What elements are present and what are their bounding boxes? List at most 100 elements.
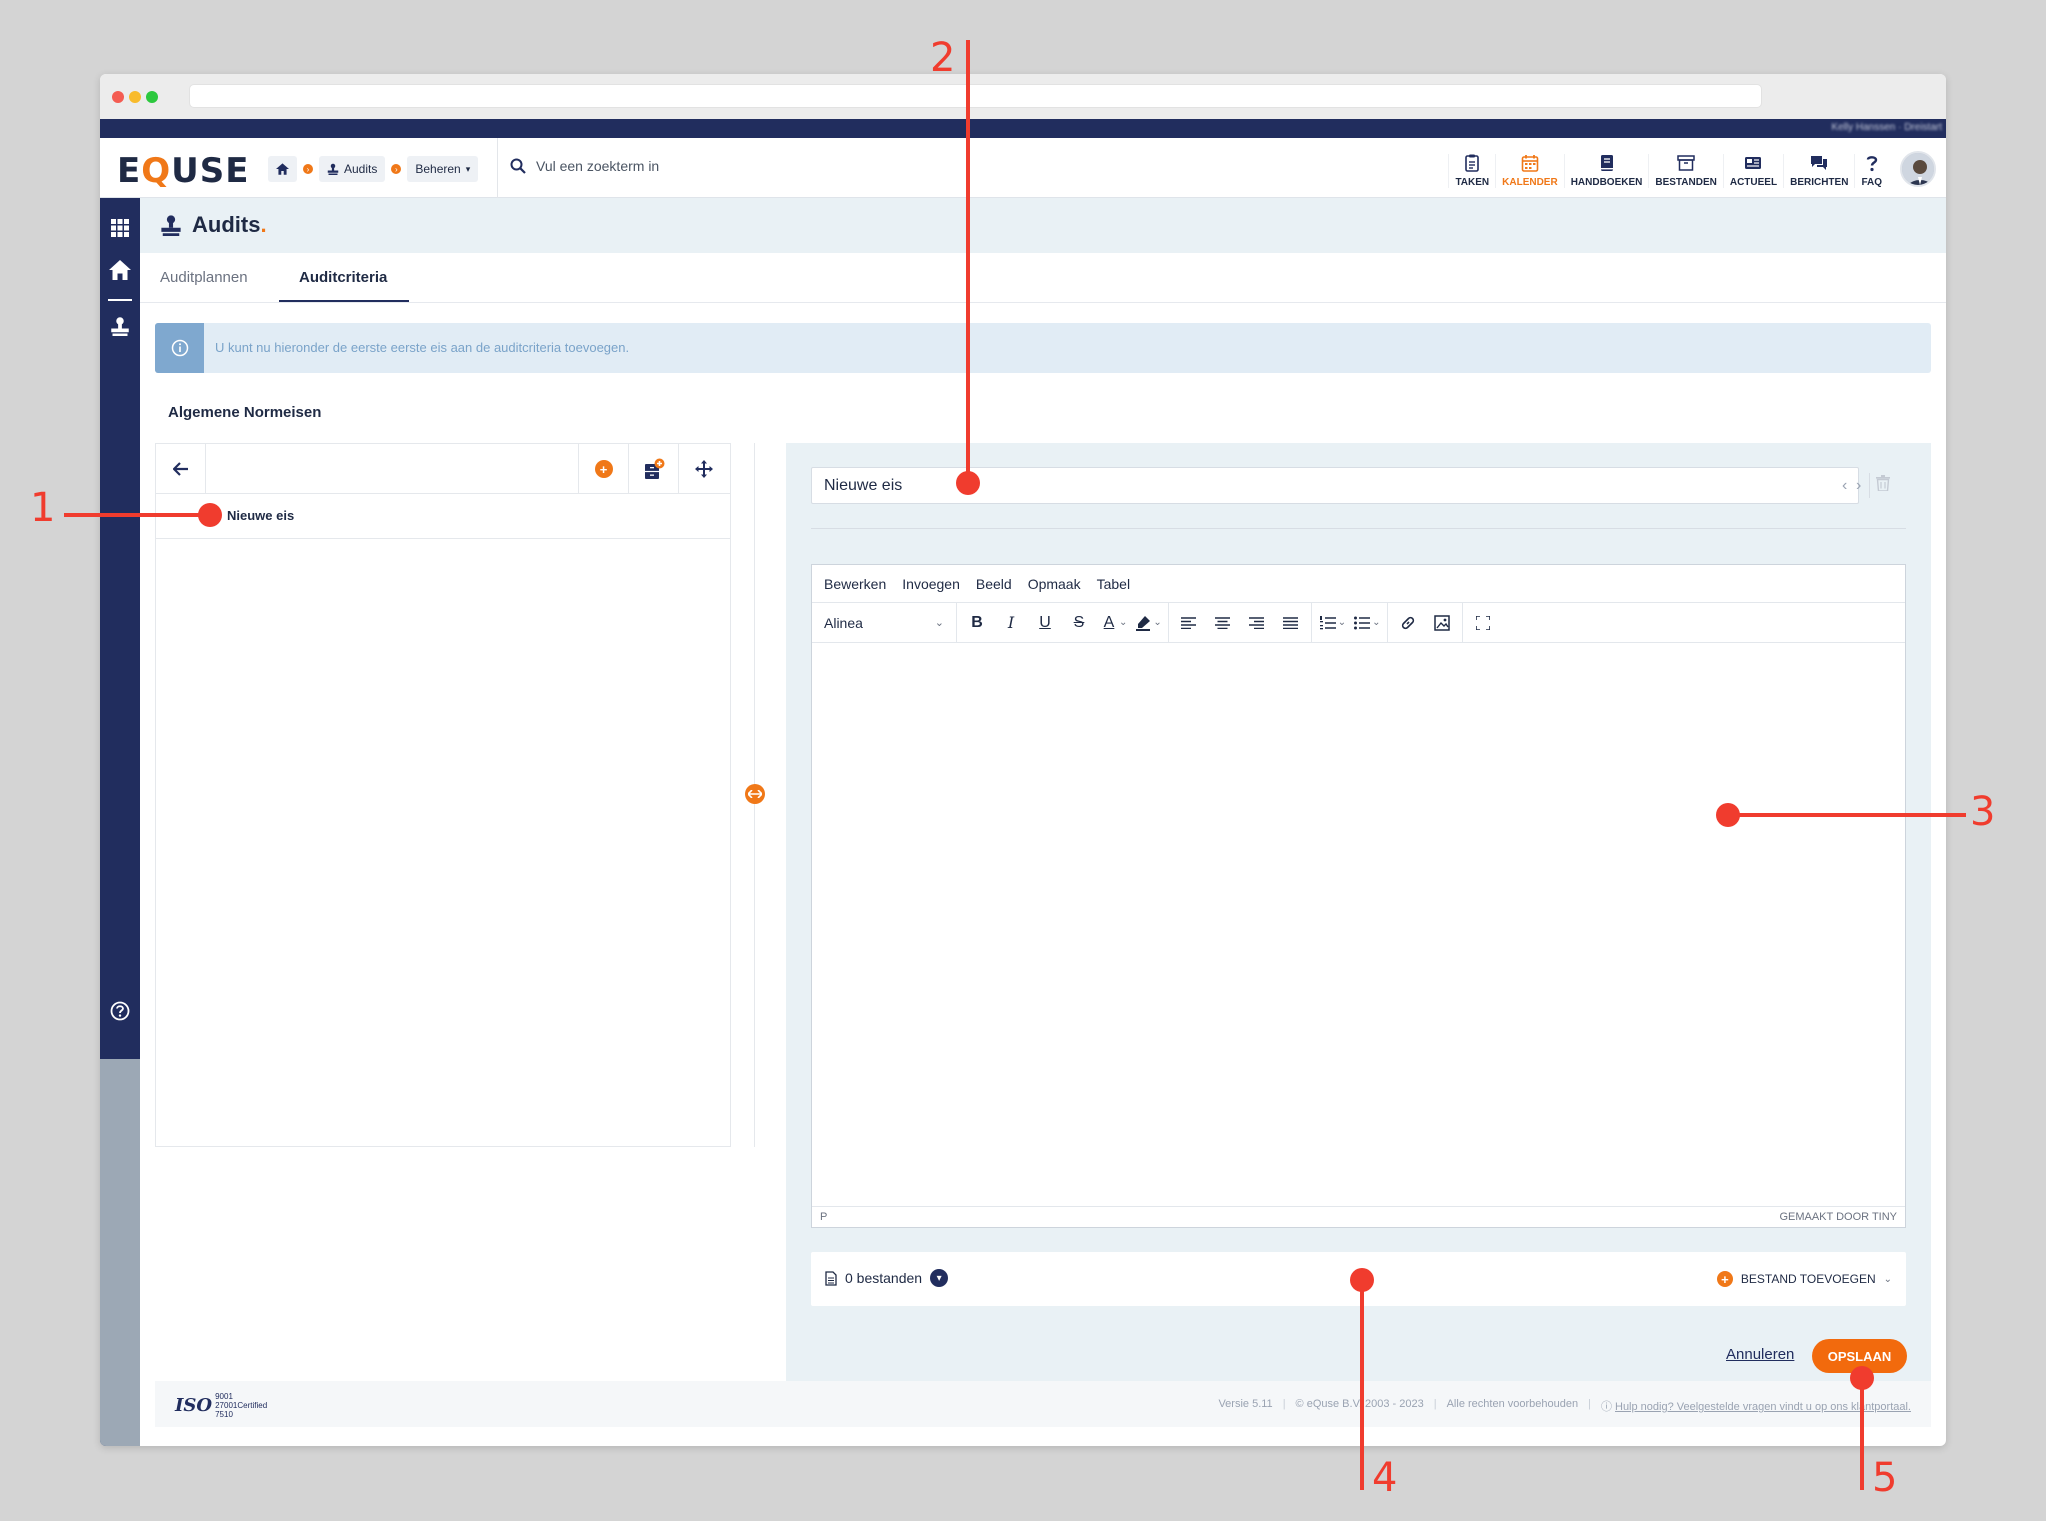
search-input[interactable]: Vul een zoekterm in — [536, 158, 659, 174]
add-group-button[interactable] — [628, 444, 678, 494]
sidebar-divider — [108, 299, 132, 301]
strikethrough-button[interactable]: S — [1063, 608, 1095, 638]
equse-logo[interactable]: EQUSE — [117, 151, 249, 191]
bullet-list-icon — [1354, 616, 1371, 629]
help-link[interactable]: ⓘ Hulp nodig? Veelgestelde vragen vindt … — [1601, 1398, 1911, 1414]
add-file-button[interactable]: + BESTAND TOEVOEGEN ⌄ — [1716, 1271, 1892, 1287]
tree-toolbar: + — [156, 444, 730, 494]
file-icon — [825, 1270, 837, 1286]
resize-horizontal-icon — [748, 790, 762, 798]
tree-item[interactable]: Nieuwe eis — [156, 494, 730, 539]
numbered-list-icon — [1319, 615, 1336, 629]
chevron-down-icon: ⌄ — [1883, 1273, 1892, 1285]
user-avatar[interactable] — [1900, 151, 1936, 187]
chevron-down-icon[interactable]: ⌄ — [1153, 617, 1161, 628]
calendar-icon — [1521, 155, 1539, 172]
info-banner: U kunt nu hieronder de eerste eerste eis… — [155, 323, 1931, 373]
underline-button[interactable]: U — [1029, 608, 1061, 638]
minimize-window-button[interactable] — [129, 91, 141, 103]
stamp-icon — [161, 215, 181, 236]
view-group — [1463, 603, 1503, 643]
rich-text-editor: Bewerken Invoegen Beeld Opmaak Tabel Ali… — [811, 564, 1906, 1228]
home-icon[interactable] — [108, 258, 132, 282]
powered-by-label: GEMAAKT DOOR TINY — [1779, 1211, 1897, 1223]
nav-bestanden[interactable]: BESTANDEN — [1648, 154, 1722, 188]
block-format-select[interactable]: Alinea ⌄ — [816, 608, 952, 638]
insert-image-button[interactable] — [1426, 608, 1458, 638]
align-right-button[interactable] — [1241, 608, 1273, 638]
close-window-button[interactable] — [112, 91, 124, 103]
back-button[interactable] — [156, 444, 206, 494]
current-user-label: Kelly Hanssen · Dreistart — [1831, 122, 1942, 133]
breadcrumb-beheren-label: Beheren — [415, 162, 461, 176]
nav-berichten[interactable]: BERICHTEN — [1783, 154, 1854, 188]
breadcrumb-home[interactable] — [268, 156, 297, 182]
editor-content-area[interactable] — [812, 643, 1905, 1207]
left-sidebar — [100, 198, 140, 1446]
help-circle-icon[interactable] — [108, 999, 132, 1023]
app-header: EQUSE › Audits › Beheren ▾ Vul een zoekt… — [100, 138, 1946, 198]
tab-auditplannen[interactable]: Auditplannen — [160, 269, 248, 286]
chevron-down-icon[interactable]: ⌄ — [1372, 617, 1380, 628]
element-path: P — [820, 1211, 828, 1223]
cancel-button[interactable]: Annuleren — [1726, 1346, 1794, 1363]
nav-faq[interactable]: FAQ — [1854, 154, 1888, 188]
next-arrow-icon[interactable]: › — [1856, 477, 1861, 495]
resize-handle[interactable] — [745, 784, 765, 804]
add-file-label: BESTAND TOEVOEGEN — [1740, 1272, 1876, 1286]
menu-invoegen[interactable]: Invoegen — [902, 576, 960, 592]
move-button[interactable] — [678, 444, 728, 494]
list-group: ⌄ ⌄ — [1312, 602, 1388, 643]
chat-icon — [1811, 156, 1828, 170]
page-header: Audits. — [140, 198, 1946, 253]
add-requirement-button[interactable]: + — [578, 444, 628, 494]
apps-grid-icon[interactable] — [108, 216, 132, 240]
menu-opmaak[interactable]: Opmaak — [1028, 576, 1081, 592]
bullet-list-button[interactable] — [1350, 608, 1374, 638]
nav-taken[interactable]: TAKEN — [1448, 154, 1495, 188]
align-left-button[interactable] — [1173, 608, 1205, 638]
breadcrumb-separator-icon: › — [303, 164, 313, 174]
format-group: Alinea ⌄ — [812, 602, 957, 643]
fullscreen-button[interactable] — [1467, 608, 1499, 638]
align-justify-button[interactable] — [1275, 608, 1307, 638]
image-icon — [1433, 614, 1450, 631]
breadcrumb-audits[interactable]: Audits — [319, 156, 386, 182]
info-text: U kunt nu hieronder de eerste eerste eis… — [215, 340, 630, 355]
nav-actueel[interactable]: ACTUEEL — [1722, 154, 1783, 188]
text-color-button[interactable]: A — [1097, 608, 1121, 638]
breadcrumb-beheren-dropdown[interactable]: Beheren ▾ — [407, 156, 479, 182]
move-arrows-icon — [694, 460, 713, 478]
maximize-window-button[interactable] — [146, 91, 158, 103]
stamp-icon[interactable] — [108, 314, 132, 338]
nav-handboeken[interactable]: HANDBOEKEN — [1563, 154, 1649, 188]
menu-tabel[interactable]: Tabel — [1097, 576, 1130, 592]
chevron-down-icon: ▾ — [465, 163, 471, 174]
numbered-list-button[interactable] — [1316, 608, 1340, 638]
book-icon — [1600, 155, 1613, 171]
tab-auditcriteria[interactable]: Auditcriteria — [299, 269, 387, 286]
menu-bewerken[interactable]: Bewerken — [824, 576, 886, 592]
attachments-toggle[interactable]: 0 bestanden ▾ — [825, 1269, 949, 1287]
insert-link-button[interactable] — [1392, 608, 1424, 638]
previous-arrow-icon[interactable]: ‹ — [1842, 477, 1847, 495]
editor-statusbar: P GEMAAKT DOOR TINY — [812, 1206, 1905, 1227]
align-justify-icon — [1283, 616, 1299, 629]
home-icon — [276, 163, 289, 175]
version-label: Versie 5.11 — [1218, 1398, 1273, 1410]
menu-beeld[interactable]: Beeld — [976, 576, 1012, 592]
address-bar[interactable] — [189, 84, 1762, 108]
align-center-button[interactable] — [1207, 608, 1239, 638]
footer-meta: Versie 5.11 | © eQuse B.V. 2003 - 2023 |… — [1218, 1398, 1911, 1414]
trash-icon[interactable] — [1876, 475, 1890, 496]
chevron-down-icon[interactable]: ⌄ — [1338, 617, 1346, 628]
bold-button[interactable]: B — [961, 608, 993, 638]
search-bar[interactable]: Vul een zoekterm in — [510, 158, 659, 174]
main-nav: TAKEN KALENDER HANDBOEKEN BESTANDEN ACTU… — [1448, 138, 1888, 198]
italic-button[interactable]: I — [995, 608, 1027, 638]
requirement-detail-panel: Nieuwe eis ‹ › Bewerken Invoegen Beeld O… — [786, 443, 1931, 1381]
highlight-color-button[interactable] — [1131, 608, 1155, 638]
nav-kalender[interactable]: KALENDER — [1495, 154, 1564, 188]
chevron-down-icon[interactable]: ⌄ — [1119, 617, 1127, 628]
toolbar-divider — [1869, 473, 1870, 498]
